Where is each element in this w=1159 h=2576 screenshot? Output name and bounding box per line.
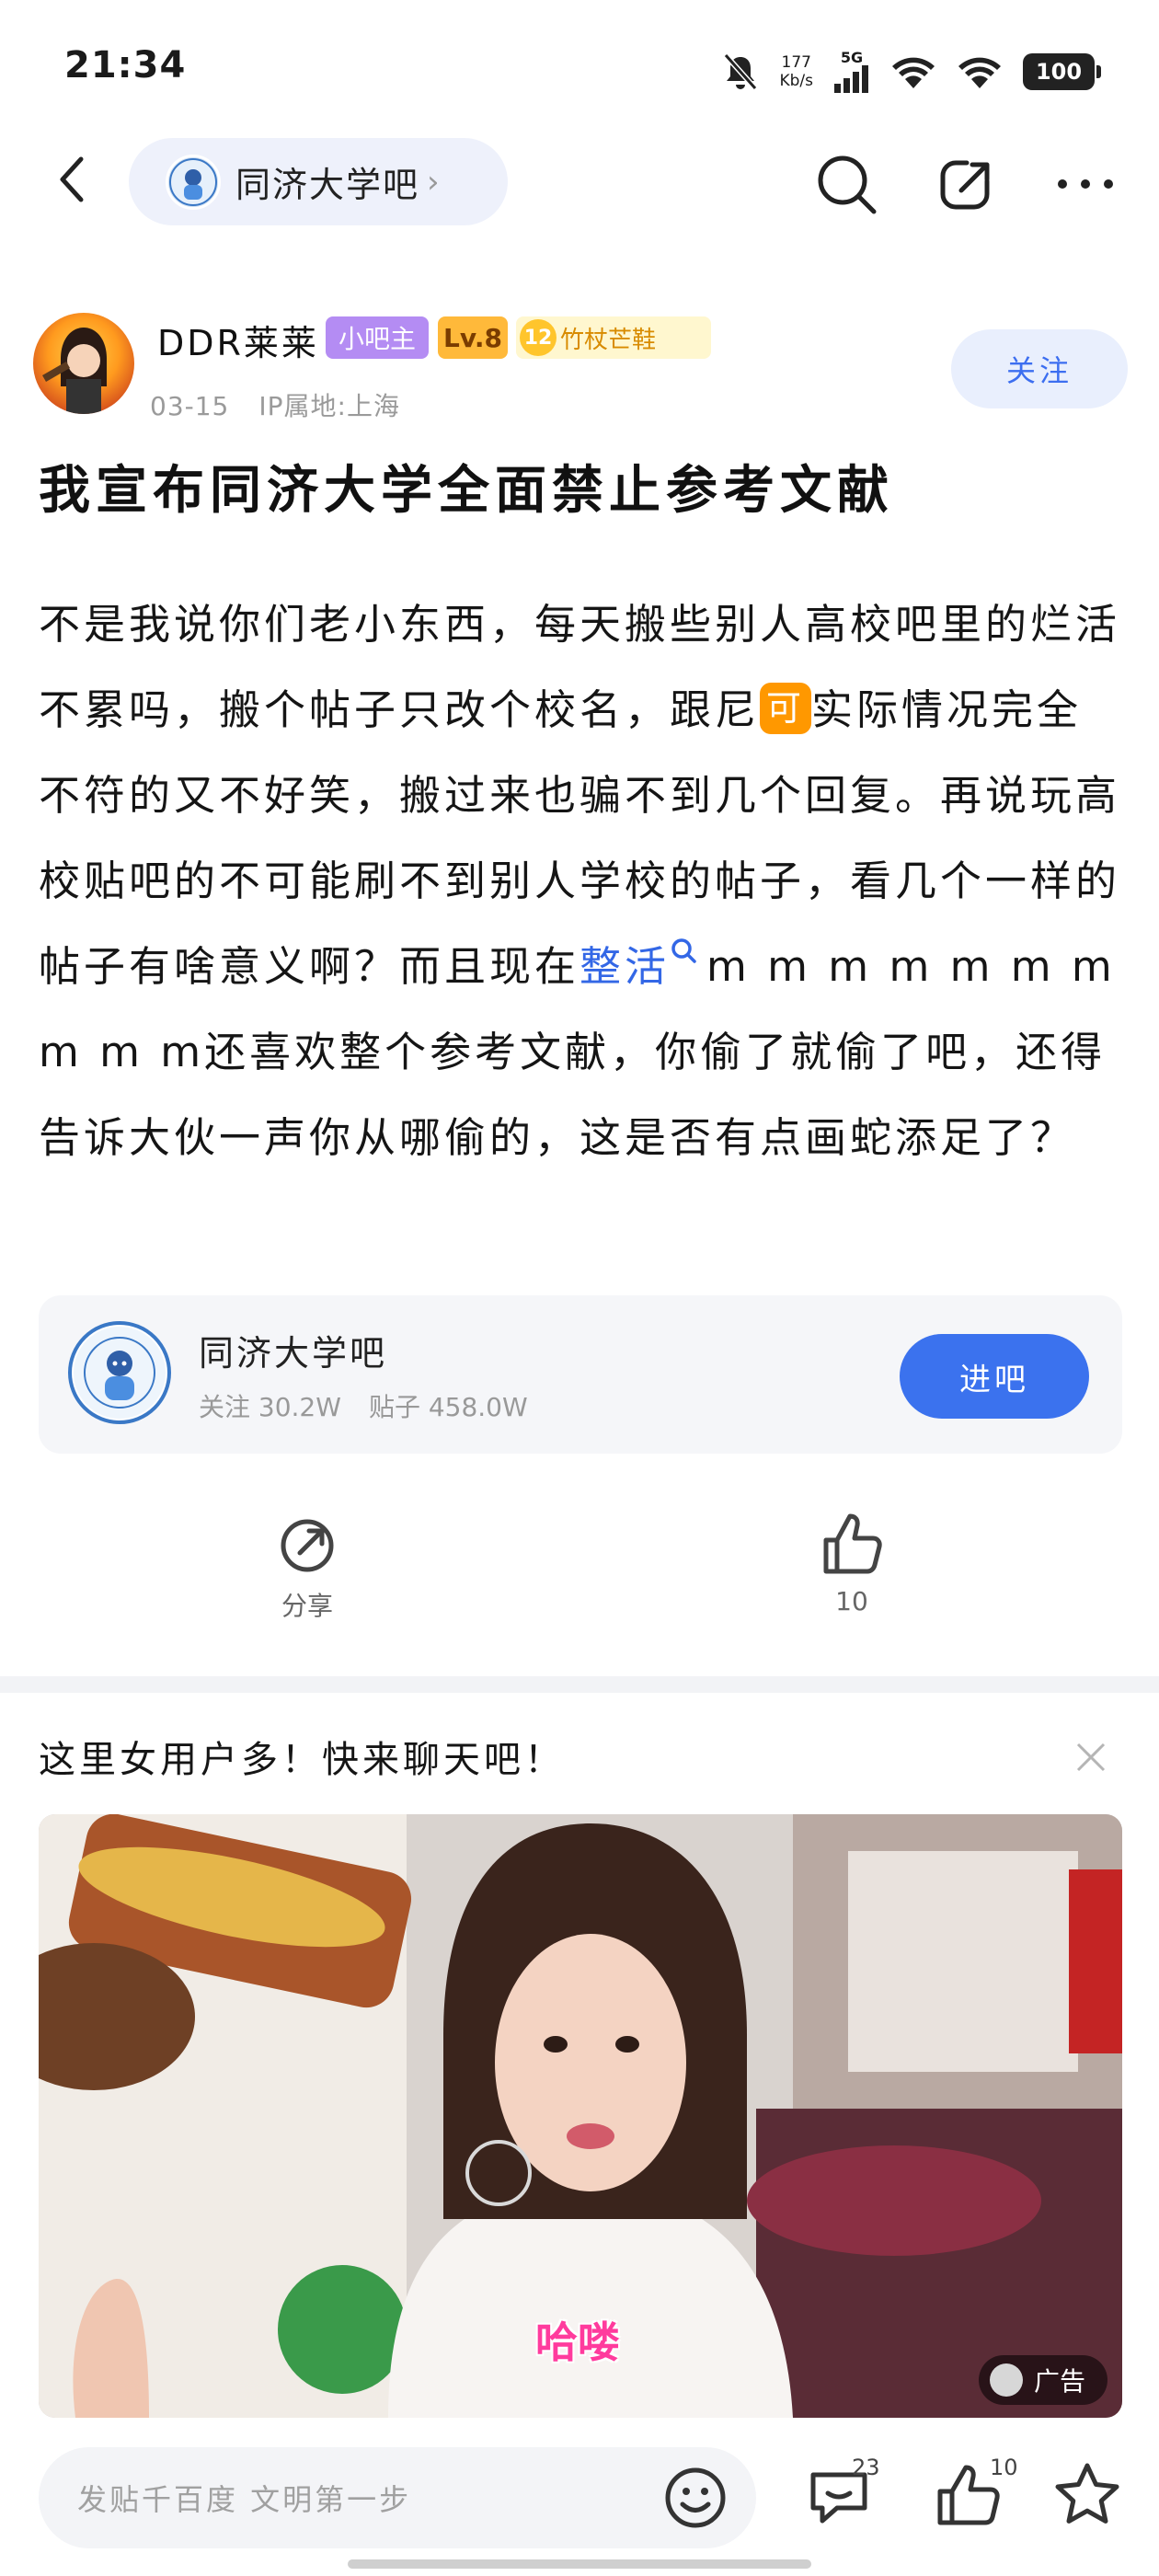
forum-card-stats: 关注 30.2W 贴子 458.0W xyxy=(199,1387,528,1424)
nav-bar: 同济大学吧 › xyxy=(0,133,1159,225)
forum-card[interactable]: 同济大学吧 关注 30.2W 贴子 458.0W 进吧 xyxy=(39,1295,1122,1454)
forum-posts: 贴子 458.0W xyxy=(368,1392,528,1422)
share-action[interactable]: 分享 xyxy=(215,1509,399,1623)
like-count: 10 xyxy=(835,1586,868,1616)
back-button[interactable] xyxy=(46,152,101,207)
author-meta: 03-15 IP属地:上海 xyxy=(150,386,400,423)
comment-input[interactable]: 发贴千百度 文明第一步 xyxy=(39,2447,756,2548)
forum-pill[interactable]: 同济大学吧 › xyxy=(129,138,508,225)
avatar[interactable] xyxy=(33,313,134,414)
author-name[interactable]: DDR莱莱 xyxy=(157,315,319,365)
author-row: DDR莱莱 小吧主 Lv.8 12 竹杖芒鞋 03-15 IP属地:上海 关注 xyxy=(33,313,1128,423)
home-indicator xyxy=(348,2559,811,2569)
nav-actions xyxy=(809,147,1122,221)
ad-badge-text: 广告 xyxy=(1033,2366,1085,2397)
back-arrow-icon xyxy=(60,156,84,202)
share-label: 分享 xyxy=(281,1591,333,1621)
post-date: 03-15 xyxy=(150,391,230,421)
more-icon xyxy=(1058,179,1113,189)
emoji-icon xyxy=(665,2467,726,2528)
bottom-bar: 发贴千百度 文明第一步 23 10 xyxy=(0,2429,1159,2576)
post-title: 我宣布同济大学全面禁止参考文献 xyxy=(39,461,894,521)
close-icon xyxy=(1076,1742,1106,1772)
title-badge: 12 竹杖芒鞋 xyxy=(516,316,711,359)
ad-logo-icon xyxy=(989,2363,1023,2397)
share-icon xyxy=(940,160,990,210)
status-icons: 177 Kb/s 5G 100 xyxy=(722,44,1101,99)
wifi-icon xyxy=(958,57,1001,88)
title-badge-text: 竹杖芒鞋 xyxy=(560,326,657,354)
favorite-button[interactable] xyxy=(1049,2456,1126,2534)
star-icon xyxy=(1055,2463,1119,2524)
ad-badge: 广告 xyxy=(978,2355,1107,2405)
ip-location: IP属地:上海 xyxy=(258,391,400,421)
thumbs-up-icon xyxy=(823,1513,882,1574)
like-action[interactable]: 10 xyxy=(760,1509,944,1616)
post-body: 不是我说你们老小东西，每天搬些别人高校吧里的烂活不累吗，搬个帖子只改个校名，跟尼… xyxy=(39,581,1124,1180)
ad-close-button[interactable] xyxy=(1071,1737,1111,1777)
forum-logo xyxy=(68,1321,171,1424)
status-time: 21:34 xyxy=(64,44,187,86)
net-speed: 177 Kb/s xyxy=(779,53,813,90)
search-button[interactable] xyxy=(809,147,883,221)
comment-count: 23 xyxy=(852,2455,880,2480)
section-divider xyxy=(0,1676,1159,1693)
forum-logo xyxy=(166,154,221,210)
cellular-signal: 5G xyxy=(833,51,870,93)
battery-indicator: 100 xyxy=(1023,53,1101,90)
cellular-signal-icon xyxy=(834,65,868,93)
enter-forum-button[interactable]: 进吧 xyxy=(900,1334,1089,1419)
action-row: 分享 10 xyxy=(0,1509,1159,1638)
signal-tag: 5G xyxy=(840,49,864,66)
wifi-icon xyxy=(892,57,935,88)
ad-title[interactable]: 这里女用户多！快来聊天吧！ xyxy=(39,1730,565,1783)
search-icon xyxy=(671,938,696,963)
more-button[interactable] xyxy=(1049,147,1122,221)
like-count: 10 xyxy=(990,2455,1018,2480)
title-medal: 12 xyxy=(520,319,557,356)
status-bar: 21:34 177 Kb/s 5G 100 xyxy=(0,0,1159,138)
inline-emoji: 可 xyxy=(760,683,812,734)
net-speed-unit: Kb/s xyxy=(779,72,813,90)
moderator-badge: 小吧主 xyxy=(326,316,429,359)
forum-name: 同济大学吧 xyxy=(235,165,420,205)
level-badge: Lv.8 xyxy=(438,316,508,359)
net-speed-value: 177 xyxy=(781,53,811,72)
search-icon xyxy=(818,155,877,214)
forum-card-name: 同济大学吧 xyxy=(199,1333,388,1374)
follow-button[interactable]: 关注 xyxy=(951,329,1128,408)
chevron-right-icon: › xyxy=(427,163,440,201)
emoji-button[interactable] xyxy=(660,2463,730,2533)
search-link[interactable]: 整活 xyxy=(580,942,670,991)
share-icon xyxy=(281,1519,334,1572)
forum-followers: 关注 30.2W xyxy=(199,1392,341,1422)
share-button[interactable] xyxy=(929,147,1003,221)
ad-caption: 哈喽 xyxy=(535,2317,620,2367)
mute-icon xyxy=(724,53,758,90)
